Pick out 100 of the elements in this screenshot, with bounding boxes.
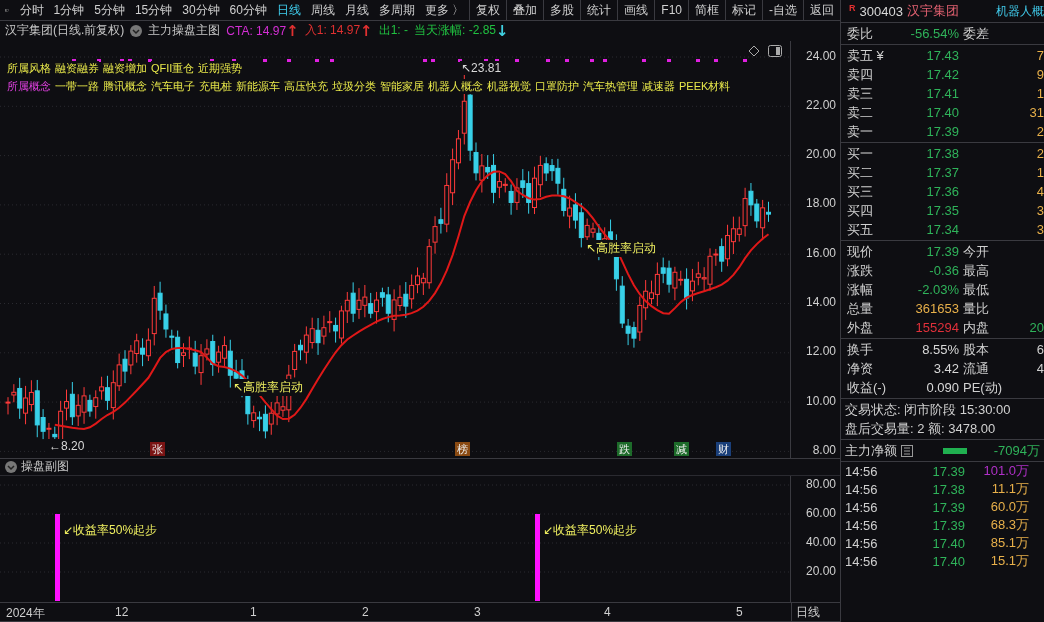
axis-label: 22.00 xyxy=(805,97,836,112)
tag-label: 所属概念 xyxy=(7,78,51,94)
style-tag: 近期强势 xyxy=(198,60,243,76)
period-tab[interactable]: 更多 〉 xyxy=(419,0,470,20)
toolbar-button[interactable]: 返回 xyxy=(803,0,840,20)
toolbar-button[interactable]: 多股 xyxy=(543,0,581,20)
status-text: 盘后交易量: 2 额: 3478.00 xyxy=(844,420,997,438)
concept-tag: 腾讯概念 xyxy=(103,78,147,94)
toolbar-button[interactable]: 统计 xyxy=(580,0,618,20)
tick-time: 14:56 xyxy=(845,517,879,533)
quote-label: 卖四 xyxy=(847,65,874,84)
period-tab[interactable]: 日线 xyxy=(271,0,306,20)
quote-value: 31 xyxy=(1029,105,1044,120)
toolbar-button[interactable]: 简框 xyxy=(688,0,725,20)
quote-label: 委差 xyxy=(962,24,990,43)
stock-name: 汉宇集团 xyxy=(906,2,959,20)
quote-label: 委比 xyxy=(847,24,874,43)
quote-label: 卖三 xyxy=(847,84,874,103)
axis-label: 16.00 xyxy=(805,245,836,260)
quote-label: 涨幅 xyxy=(847,280,874,299)
event-marker: 减 xyxy=(674,441,689,456)
axis-label: 24.00 xyxy=(805,48,836,63)
period-tab[interactable]: 月线 xyxy=(339,0,374,20)
quote-label: 收益(-) xyxy=(847,378,887,397)
toolbar-button[interactable]: -自选 xyxy=(762,0,803,20)
trend-arrow: ↑ xyxy=(286,23,299,38)
indicator-readout: CTA: 14.97 xyxy=(226,23,287,38)
quote-label: PE(动) xyxy=(962,378,1003,397)
toolbar-button[interactable]: 复权 xyxy=(469,0,507,20)
quote-label: 最低 xyxy=(962,280,990,299)
flow-value: -7094万 xyxy=(993,441,1040,460)
period-tab[interactable]: 1分钟 xyxy=(48,0,90,20)
tick-price: 17.38 xyxy=(931,481,965,497)
quote-value: 17.34 xyxy=(925,222,959,237)
quote-value: -56.54% xyxy=(909,26,959,41)
axis-label: 14.00 xyxy=(805,295,836,309)
concept-tag: 新能源车 xyxy=(236,78,280,94)
period-tab[interactable]: 分时 xyxy=(14,0,49,20)
price-label: ↖23.81 xyxy=(460,60,503,75)
axis-label: 18.00 xyxy=(805,196,836,211)
quote-value: 361653 xyxy=(914,301,959,316)
quote-value: 17.39 xyxy=(925,244,959,259)
quote-label: 买五 xyxy=(847,220,874,239)
style-tag: 融资增加 xyxy=(103,60,147,76)
toolbar-button[interactable]: 叠加 xyxy=(506,0,544,20)
period-tab[interactable]: 60分钟 xyxy=(224,0,272,20)
quote-value: 9 xyxy=(1036,67,1044,82)
tick-volume: 11.1万 xyxy=(990,480,1029,498)
toolbar-button[interactable]: F10 xyxy=(654,0,688,20)
style-tag: 融资融券 xyxy=(55,60,99,76)
period-tab[interactable]: 周线 xyxy=(305,0,340,20)
toolbar-button[interactable]: 画线 xyxy=(617,0,655,20)
quote-label: 股本 xyxy=(962,340,990,359)
concept-label: 机器人概 xyxy=(996,2,1044,20)
tick-price: 17.39 xyxy=(931,463,965,479)
quote-value: 155294 xyxy=(914,320,959,335)
quote-value: 1 xyxy=(1036,86,1044,101)
indicator-name: 主力操盘主图 xyxy=(148,22,221,40)
signal-label: ↙收益率50%起步 xyxy=(542,521,639,539)
quote-value: 3 xyxy=(1036,203,1044,218)
concept-tag: 智能家居 xyxy=(380,78,424,94)
quote-label: 买一 xyxy=(847,144,874,163)
chart-title: 汉宇集团(日线.前复权) xyxy=(5,22,125,40)
period-tab[interactable]: 多周期 xyxy=(373,0,420,20)
quote-value: 2 xyxy=(1036,146,1044,161)
quote-label: 涨跌 xyxy=(847,261,874,280)
panel-toggle-icon[interactable] xyxy=(768,44,782,57)
concept-tag: 减速器 xyxy=(642,78,675,94)
quote-value: 7 xyxy=(1036,48,1044,63)
period-tab[interactable]: 30分钟 xyxy=(177,0,225,20)
trend-arrow: ↓ xyxy=(496,23,509,38)
signal-label: ↙收益率50%起步 xyxy=(62,521,159,539)
period-tab[interactable]: 5分钟 xyxy=(89,0,130,20)
axis-label: 80.00 xyxy=(805,476,836,491)
quote-value: -0.36 xyxy=(928,263,959,278)
flow-label: 主力净额 xyxy=(845,441,897,460)
quote-value: -2.03% xyxy=(916,282,959,297)
quote-value: 6 xyxy=(1036,342,1044,357)
quote-value: 3.42 xyxy=(932,361,959,376)
quote-value: 17.40 xyxy=(925,105,959,120)
dropdown-icon[interactable] xyxy=(130,24,143,37)
concept-tag: 汽车电子 xyxy=(151,78,195,94)
tick-volume: 85.1万 xyxy=(989,534,1029,552)
toolbar-button[interactable]: 标记 xyxy=(725,0,762,20)
indicator-readout: 出1: - xyxy=(378,22,408,40)
date-label: 2024年 xyxy=(6,605,45,622)
tick-time: 14:56 xyxy=(845,535,879,551)
quote-value: 17.41 xyxy=(925,86,959,101)
axis-label: 20.00 xyxy=(805,563,836,578)
dropdown-icon[interactable] xyxy=(5,460,17,473)
period-tab[interactable]: 15分钟 xyxy=(129,0,178,20)
axis-label: 10.00 xyxy=(805,393,836,408)
indicator-readout: 当天涨幅: -2.85 xyxy=(414,22,497,40)
tag-label: 所属风格 xyxy=(7,60,51,76)
axis-label: 8.00 xyxy=(812,442,836,457)
quote-value: 17.36 xyxy=(925,184,959,199)
event-marker: 跌 xyxy=(617,441,632,456)
diamond-icon[interactable] xyxy=(748,44,760,57)
tick-volume: 60.0万 xyxy=(989,498,1029,516)
tick-volume: 101.0万 xyxy=(982,462,1029,480)
